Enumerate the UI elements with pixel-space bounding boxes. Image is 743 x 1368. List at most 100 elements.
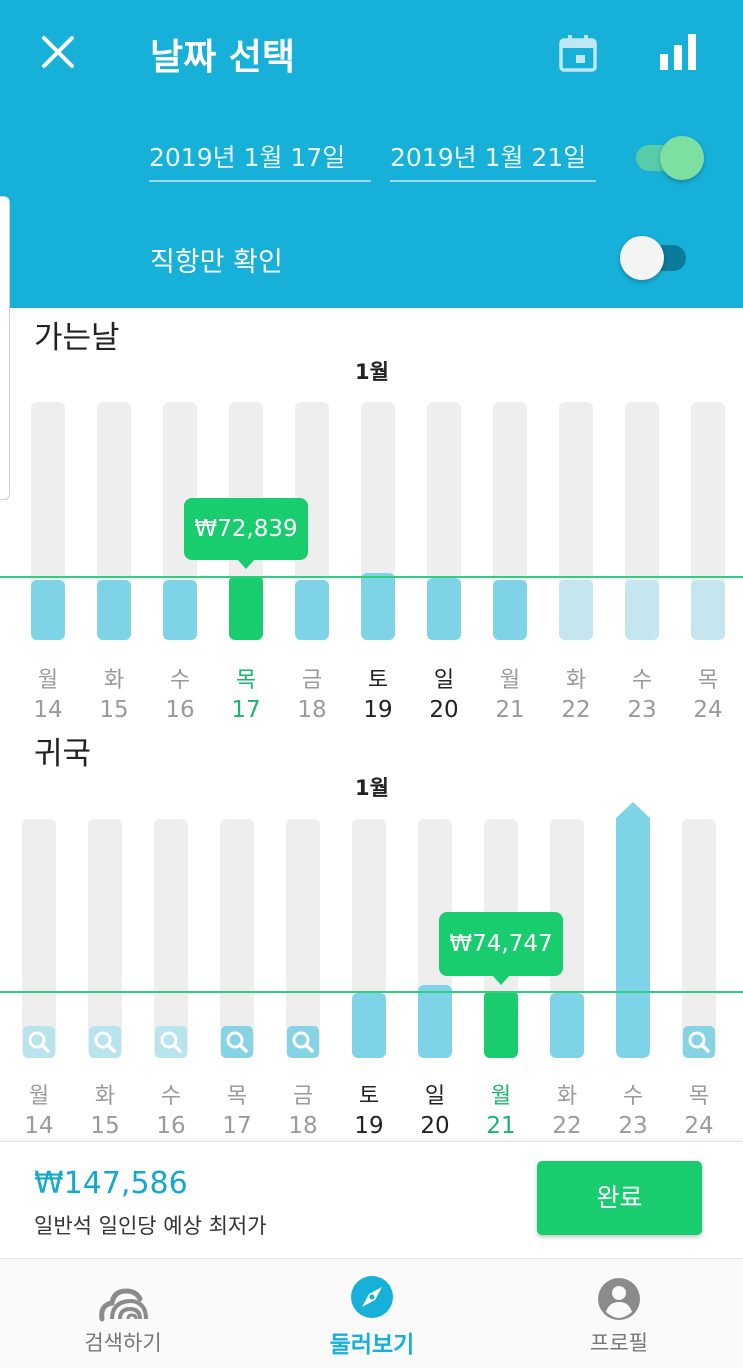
outbound-bar-23[interactable]: [625, 580, 659, 640]
return-price-line: [0, 991, 743, 993]
nav-item-search[interactable]: 검색하기: [23, 1259, 223, 1368]
return-date-label[interactable]: 23: [608, 1113, 658, 1139]
outbound-weekday-label: 월: [499, 668, 521, 693]
magnifier-icon: [688, 1031, 710, 1053]
return-bar-bg: [220, 819, 254, 1058]
outbound-bar-21[interactable]: [493, 580, 527, 640]
outbound-price-line: [0, 576, 743, 578]
return-date-label[interactable]: 14: [14, 1113, 64, 1139]
return-price-tooltip: ₩74,747: [439, 912, 563, 985]
return-date-label[interactable]: 24: [674, 1113, 724, 1139]
return-bar-bg: [286, 819, 320, 1058]
end-date-field[interactable]: 2019년 1월 21일: [390, 138, 596, 182]
outbound-date-label[interactable]: 17: [221, 697, 271, 723]
return-date-label[interactable]: 22: [542, 1113, 592, 1139]
nav-item-profile[interactable]: 프로필: [519, 1259, 719, 1368]
outbound-price-tooltip: ₩72,839: [184, 498, 308, 569]
return-date-label[interactable]: 19: [344, 1113, 394, 1139]
return-date-label[interactable]: 16: [146, 1113, 196, 1139]
return-weekday-label: 수: [160, 1084, 182, 1109]
total-price: ₩147,586: [34, 1166, 188, 1201]
outbound-weekday-label: 목: [697, 668, 719, 693]
magnifier-icon: [28, 1031, 50, 1053]
return-weekday-label: 일: [424, 1084, 446, 1109]
outbound-date-label[interactable]: 22: [551, 697, 601, 723]
return-date-label[interactable]: 15: [80, 1113, 130, 1139]
bottom-nav: 검색하기 둘러보기 프로필: [0, 1258, 743, 1368]
return-date-label[interactable]: 17: [212, 1113, 262, 1139]
return-search-button-24[interactable]: [683, 1026, 715, 1058]
profile-icon: [598, 1278, 640, 1320]
outbound-date-label[interactable]: 16: [155, 697, 205, 723]
round-trip-toggle[interactable]: [636, 136, 704, 180]
return-weekday-label: 목: [226, 1084, 248, 1109]
outbound-weekday-label: 토: [367, 668, 389, 693]
nav-label: 둘러보기: [329, 1332, 415, 1358]
nav-label: 검색하기: [84, 1331, 162, 1355]
return-bar-23-overflow[interactable]: [616, 802, 650, 1058]
calendar-icon[interactable]: [558, 33, 598, 73]
return-search-button-14[interactable]: [23, 1026, 55, 1058]
toggle-knob: [620, 236, 664, 280]
outbound-bar-22[interactable]: [559, 580, 593, 640]
done-button[interactable]: 완료: [537, 1161, 702, 1235]
outbound-weekday-label: 금: [301, 668, 323, 693]
outbound-weekday-label: 수: [631, 668, 653, 693]
outbound-date-label[interactable]: 23: [617, 697, 667, 723]
return-search-button-15[interactable]: [89, 1026, 121, 1058]
direct-only-toggle[interactable]: [620, 236, 686, 280]
bar-chart-icon[interactable]: [658, 34, 698, 70]
cloud-wifi-icon: [99, 1288, 148, 1322]
return-date-label[interactable]: 21: [476, 1113, 526, 1139]
close-icon[interactable]: [38, 32, 78, 72]
return-search-button-16[interactable]: [155, 1026, 187, 1058]
outbound-date-label[interactable]: 15: [89, 697, 139, 723]
tooltip-pointer: [492, 975, 510, 985]
return-price-text: ₩74,747: [449, 931, 553, 957]
outbound-bar-14[interactable]: [31, 580, 65, 640]
outbound-bar-17[interactable]: [229, 576, 263, 640]
return-search-button-17[interactable]: [221, 1026, 253, 1058]
outbound-month: 1월: [355, 360, 389, 384]
return-date-label[interactable]: 18: [278, 1113, 328, 1139]
outbound-weekday-label: 화: [103, 668, 125, 693]
price-description: 일반석 일인당 예상 최저가: [34, 1214, 267, 1238]
return-weekday-label: 월: [490, 1084, 512, 1109]
outbound-date-label[interactable]: 19: [353, 697, 403, 723]
outbound-bar-19[interactable]: [361, 573, 395, 640]
outbound-bar-18[interactable]: [295, 580, 329, 640]
start-date-field[interactable]: 2019년 1월 17일: [149, 138, 371, 182]
outbound-bar-16[interactable]: [163, 580, 197, 640]
outbound-title: 가는날: [34, 320, 120, 356]
return-weekday-label: 수: [622, 1084, 644, 1109]
header: 날짜 선택 2019년 1월 17일 2019년 1월 21일 직항만 확인: [0, 0, 743, 308]
return-weekday-label: 금: [292, 1084, 314, 1109]
return-bar-22[interactable]: [550, 993, 584, 1058]
page-title: 날짜 선택: [150, 37, 296, 78]
return-search-button-18[interactable]: [287, 1026, 319, 1058]
direct-only-label: 직항만 확인: [150, 247, 283, 278]
outbound-bar-20[interactable]: [427, 578, 461, 640]
return-bar-bg: [154, 819, 188, 1058]
outbound-date-label[interactable]: 14: [23, 697, 73, 723]
return-date-label[interactable]: 20: [410, 1113, 460, 1139]
outbound-date-label[interactable]: 24: [683, 697, 733, 723]
compass-icon: [351, 1276, 393, 1318]
return-month: 1월: [355, 776, 389, 800]
outbound-date-label[interactable]: 20: [419, 697, 469, 723]
return-weekday-label: 화: [94, 1084, 116, 1109]
outbound-bar-15[interactable]: [97, 580, 131, 640]
return-bar-21[interactable]: [484, 991, 518, 1058]
outbound-weekday-label: 화: [565, 668, 587, 693]
outbound-price-text: ₩72,839: [194, 516, 298, 542]
return-bar-bg: [22, 819, 56, 1058]
return-bar-20[interactable]: [418, 985, 452, 1058]
return-bar-bg: [88, 819, 122, 1058]
side-panel-handle[interactable]: [0, 196, 10, 500]
outbound-bar-24[interactable]: [691, 580, 725, 640]
outbound-date-label[interactable]: 21: [485, 697, 535, 723]
nav-item-explore[interactable]: 둘러보기: [272, 1259, 472, 1368]
return-bar-bg: [682, 819, 716, 1058]
return-bar-19[interactable]: [352, 993, 386, 1058]
outbound-date-label[interactable]: 18: [287, 697, 337, 723]
